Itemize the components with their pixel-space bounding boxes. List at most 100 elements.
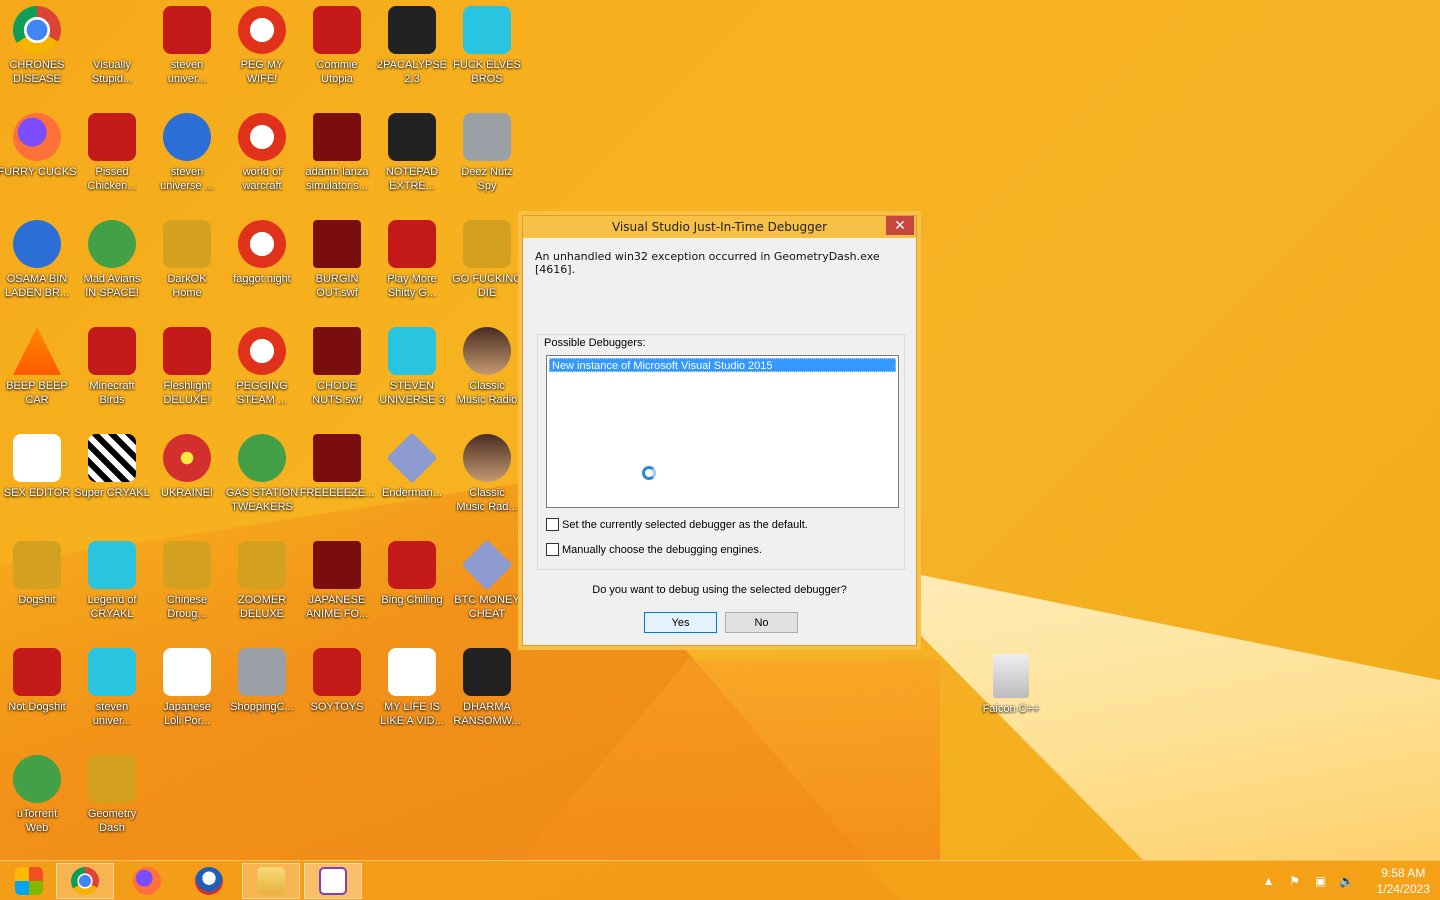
desktop-icon[interactable]: Pissed Chicken...	[74, 107, 150, 207]
checkbox-label: Set the currently selected debugger as t…	[562, 518, 808, 531]
network-icon[interactable]: ▣	[1313, 874, 1329, 888]
taskbar-chrome[interactable]	[56, 863, 114, 899]
no-button[interactable]: No	[725, 612, 798, 633]
desktop-icon-label: FURRY CUCKS	[0, 166, 77, 178]
manual-engines-checkbox[interactable]: Manually choose the debugging engines.	[546, 543, 762, 556]
desktop-icon[interactable]: Legend of CRYAKL	[74, 535, 150, 635]
desktop-icon[interactable]: DarkOK Home	[149, 214, 225, 314]
desktop-icon[interactable]: Dogshit	[0, 535, 75, 635]
desktop-icon[interactable]: Not Dogshit	[0, 642, 75, 742]
desktop-icon[interactable]: STEVEN UNIVERSE 3	[374, 321, 450, 421]
desktop-icon-label: UKRAINE!	[161, 487, 213, 499]
desktop-icon[interactable]: BTC MONEY CHEAT	[449, 535, 525, 635]
desktop-icon-label: Japanese Loli Por...	[163, 701, 211, 727]
desktop-icon[interactable]: Japanese Loli Por...	[149, 642, 225, 742]
desktop-icon-label: Chinese Droug...	[166, 594, 208, 620]
desktop-icon[interactable]: CHRONES DISEASE	[0, 0, 75, 100]
desktop-icon[interactable]: uTorrent Web	[0, 749, 75, 849]
desktop-icon[interactable]: PEGGING STEAM ...	[224, 321, 300, 421]
desktop-icon-label: Bing Chilling	[381, 594, 443, 606]
desktop-icon[interactable]: GAS STATION TWEAKERS	[224, 428, 300, 528]
flash-circle-icon	[238, 648, 286, 696]
elf-icon	[463, 6, 511, 54]
close-button[interactable]: ✕	[886, 216, 914, 235]
taskbar-visual-studio-debugger[interactable]	[304, 863, 362, 899]
desktop-icon[interactable]: Deez Nutz Spy	[449, 107, 525, 207]
taskbar-file-explorer[interactable]	[242, 863, 300, 899]
desktop-icon[interactable]: Classic Music Rad...	[449, 428, 525, 528]
diamond-icon	[386, 432, 438, 484]
desktop-icon[interactable]: steven universe ...	[149, 107, 225, 207]
desktop-icon[interactable]: OSAMA BIN LADEN BR...	[0, 214, 75, 314]
yes-button[interactable]: Yes	[644, 612, 717, 633]
desktop-icon[interactable]: BURGIN OUT.swf	[299, 214, 375, 314]
desktop-icon[interactable]: Enderman...	[374, 428, 450, 528]
taskbar: ▲ ⚑ ▣ 🔈 9:58 AM 1/24/2023	[0, 860, 1440, 900]
desktop-icon[interactable]: Commie Utopia	[299, 0, 375, 100]
dialog-titlebar[interactable]: Visual Studio Just-In-Time Debugger ✕	[523, 216, 916, 238]
desktop-icon[interactable]: CHODE NUTS.swf	[299, 321, 375, 421]
desktop-icon[interactable]: Mad Avians IN SPACE!	[74, 214, 150, 314]
flash-icon	[313, 220, 361, 268]
chevron-up-icon[interactable]: ▲	[1261, 874, 1277, 888]
desktop-icon[interactable]: Minecraft Birds	[74, 321, 150, 421]
desktop-icon[interactable]: DHARMA RANSOMW...	[449, 642, 525, 742]
desktop-icon[interactable]: Chinese Droug...	[149, 535, 225, 635]
desktop-icon[interactable]: BEEP BEEP CAR	[0, 321, 75, 421]
desktop-icon[interactable]: adamn lanza simulator.s...	[299, 107, 375, 207]
gem-icon	[163, 113, 211, 161]
desktop-icon[interactable]: Bing Chilling	[374, 535, 450, 635]
desktop-icon[interactable]: Super CRYAKL	[74, 428, 150, 528]
desktop-icon[interactable]: ZOOMER DELUXE	[224, 535, 300, 635]
clock[interactable]: 9:58 AM 1/24/2023	[1377, 865, 1430, 897]
start-button[interactable]	[0, 863, 58, 899]
checkbox-box[interactable]	[546, 543, 559, 556]
desktop-icon[interactable]: Fleshlight DELUXE!	[149, 321, 225, 421]
desktop-icon[interactable]: FURRY CUCKS	[0, 107, 77, 207]
taskbar-obama-app[interactable]	[180, 863, 238, 899]
volume-icon[interactable]: 🔈	[1339, 874, 1355, 888]
desktop-icon-label: CHRONES DISEASE	[9, 59, 65, 85]
desktop-icon-recycle-bin[interactable]: Falcon C++	[973, 648, 1049, 748]
desktop-icon[interactable]: faggot night	[224, 214, 300, 314]
default-debugger-checkbox[interactable]: Set the currently selected debugger as t…	[546, 518, 808, 531]
number-three-icon	[388, 327, 436, 375]
desktop-icon[interactable]: SOYTOYS	[299, 642, 375, 742]
desktop-icon-label: STEVEN UNIVERSE 3	[379, 380, 445, 406]
desktop-icon[interactable]: ShoppingC...	[224, 642, 300, 742]
desktop-icon[interactable]: SEX EDITOR	[0, 428, 75, 528]
desktop-icon[interactable]: FREEEEEZE...	[299, 428, 375, 528]
checkbox-box[interactable]	[546, 518, 559, 531]
desktop-icon-label: uTorrent Web	[16, 808, 58, 834]
debugger-list-item[interactable]: New instance of Microsoft Visual Studio …	[549, 358, 896, 372]
desktop-icon[interactable]: MY LIFE IS LIKE A VID...	[374, 642, 450, 742]
desktop-icon-label: Legend of CRYAKL	[87, 594, 137, 620]
desktop-icon[interactable]: 2PACALYPSE 2.3	[374, 0, 450, 100]
debuggers-listbox[interactable]: New instance of Microsoft Visual Studio …	[546, 355, 899, 508]
gamepad-icon	[388, 648, 436, 696]
debuggers-group-label: Possible Debuggers:	[544, 337, 646, 349]
desktop-icon[interactable]: GO FUCKING DIE	[449, 214, 525, 314]
desktop-icon-label: ShoppingC...	[230, 701, 294, 713]
flag-icon[interactable]: ⚑	[1287, 874, 1303, 888]
desktop-icon[interactable]: UKRAINE!	[149, 428, 225, 528]
desktop-icon[interactable]: world of warcraft	[224, 107, 300, 207]
dialog-title: Visual Studio Just-In-Time Debugger	[611, 220, 828, 234]
desktop-icon[interactable]: JAPANESE ANIME FO...	[299, 535, 375, 635]
desktop-icon-label: Mad Avians IN SPACE!	[83, 273, 141, 299]
desktop-icon[interactable]: Geometry Dash	[74, 749, 150, 849]
desktop-icon[interactable]: steven univer...	[74, 642, 150, 742]
desktop-icon[interactable]: Play More Shitty G...	[374, 214, 450, 314]
desktop-icon[interactable]: Visually Stupid...	[74, 0, 150, 100]
desktop-icon-label: BURGIN OUT.swf	[315, 273, 359, 299]
desktop-icon[interactable]: NOTEPAD EXTRE...	[374, 107, 450, 207]
desktop-icon[interactable]: PEG MY WIFE!	[224, 0, 300, 100]
desktop-icon[interactable]: FUCK ELVES BROS	[449, 0, 525, 100]
firefox-icon	[133, 867, 161, 895]
desktop-icon-label: Classic Music Rad...	[456, 487, 518, 513]
desktop-icon[interactable]: Classic Music Radio	[449, 321, 525, 421]
desktop-icon-label: Fleshlight DELUXE!	[163, 380, 211, 406]
taskbar-firefox[interactable]	[118, 863, 176, 899]
desktop-icon[interactable]: steven univer...	[149, 0, 225, 100]
blue-gem-icon	[88, 648, 136, 696]
